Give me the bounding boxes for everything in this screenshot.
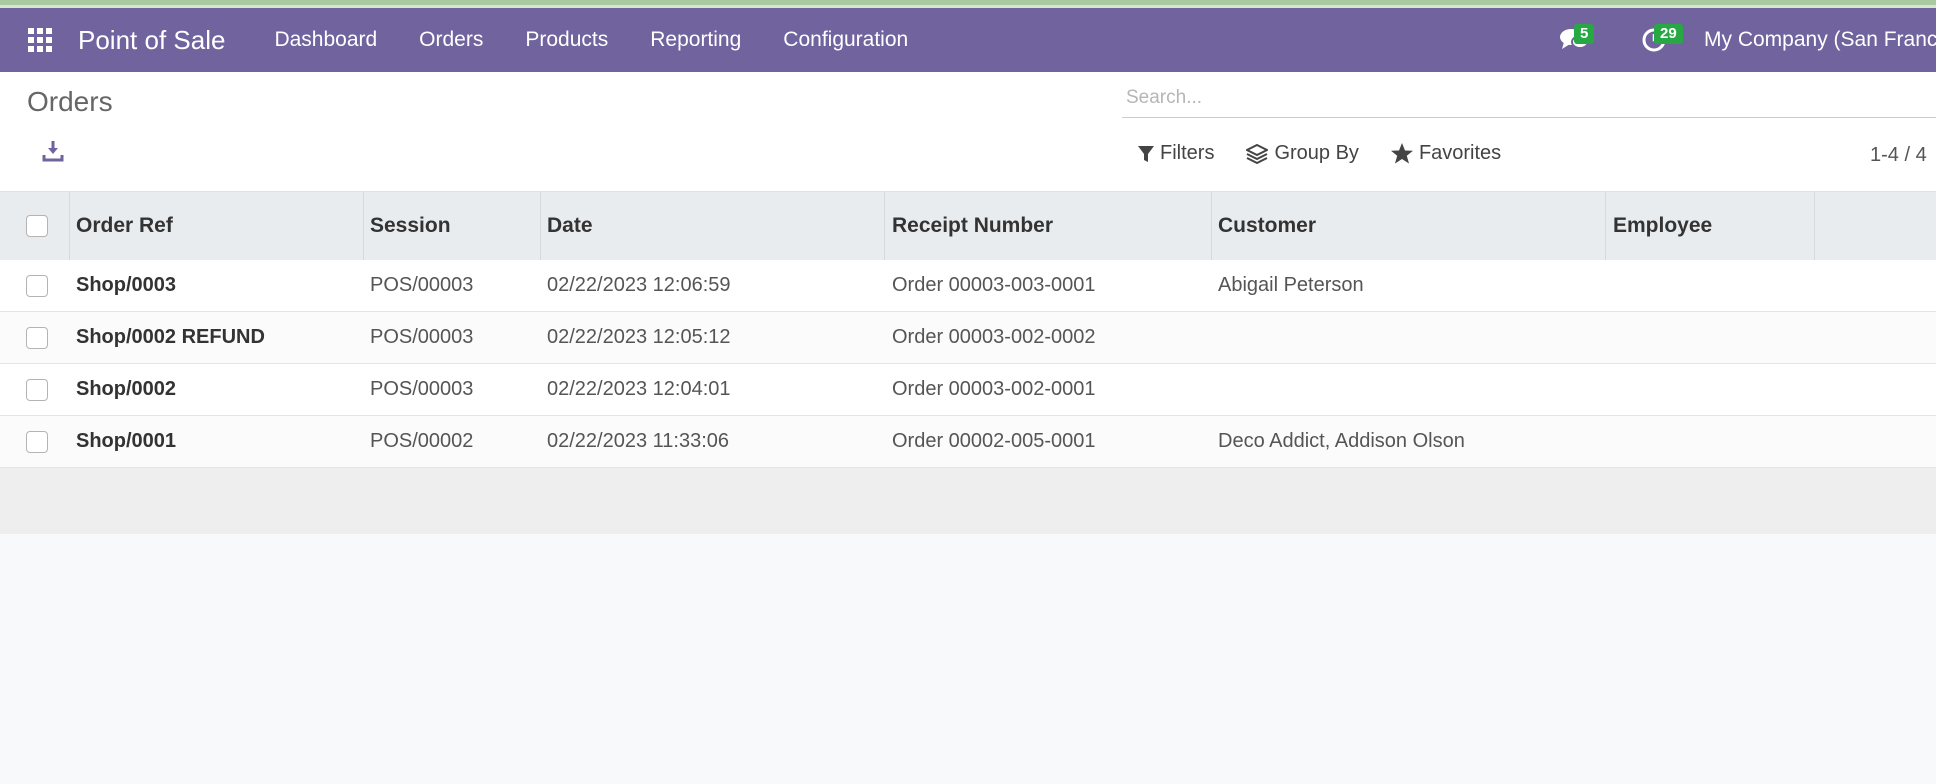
- table-row[interactable]: Shop/0001 POS/00002 02/22/2023 11:33:06 …: [0, 416, 1936, 468]
- main-navbar: Point of Sale Dashboard Orders Products …: [0, 8, 1936, 72]
- table-footer: [0, 468, 1936, 534]
- select-all-checkbox[interactable]: [26, 215, 48, 237]
- grid-icon: [28, 28, 52, 52]
- header-order-ref[interactable]: Order Ref: [76, 192, 173, 260]
- groupby-label: Group By: [1274, 142, 1359, 164]
- messaging-button[interactable]: 5: [1534, 8, 1614, 72]
- app-menu-button[interactable]: [0, 8, 80, 72]
- activities-badge: 29: [1654, 24, 1683, 44]
- favorites-label: Favorites: [1418, 142, 1502, 164]
- cell-customer: Abigail Peterson: [1218, 274, 1364, 296]
- menu-dashboard[interactable]: Dashboard: [253, 8, 398, 72]
- cell-receipt-number: Order 00003-003-0001: [892, 274, 1096, 296]
- header-date[interactable]: Date: [547, 192, 593, 260]
- table-row[interactable]: Shop/0002 POS/00003 02/22/2023 12:04:01 …: [0, 364, 1936, 416]
- control-panel: Orders Filters Group By: [0, 72, 1936, 192]
- menu-configuration[interactable]: Configuration: [762, 8, 929, 72]
- cell-order-ref: Shop/0002 REFUND: [76, 326, 265, 348]
- favorites-button[interactable]: Favorites: [1390, 142, 1502, 165]
- cell-date: 02/22/2023 11:33:06: [547, 430, 730, 452]
- pager-value[interactable]: 1-4 / 4: [1870, 144, 1927, 167]
- filter-icon: [1138, 145, 1154, 162]
- cell-session: POS/00003: [370, 378, 474, 400]
- filters-label: Filters: [1160, 142, 1215, 164]
- groupby-button[interactable]: Group By: [1246, 142, 1359, 165]
- cell-date: 02/22/2023 12:06:59: [547, 274, 731, 296]
- table-header: Order Ref Session Date Receipt Number Cu…: [0, 192, 1936, 260]
- company-switcher[interactable]: My Company (San Francisco): [1704, 28, 1936, 52]
- cell-order-ref: Shop/0001: [76, 430, 177, 452]
- star-icon: [1390, 143, 1413, 164]
- menu-products[interactable]: Products: [504, 8, 629, 72]
- table-row[interactable]: Shop/0003 POS/00003 02/22/2023 12:06:59 …: [0, 260, 1936, 312]
- app-brand[interactable]: Point of Sale: [78, 25, 225, 56]
- row-checkbox[interactable]: [26, 274, 48, 297]
- cell-receipt-number: Order 00003-002-0001: [892, 378, 1096, 400]
- header-employee[interactable]: Employee: [1613, 192, 1712, 260]
- cell-session: POS/00003: [370, 274, 474, 296]
- cell-date: 02/22/2023 12:05:12: [547, 326, 731, 348]
- layers-icon: [1246, 143, 1269, 164]
- header-customer[interactable]: Customer: [1218, 192, 1316, 260]
- search-box: [1122, 80, 1936, 118]
- row-checkbox[interactable]: [26, 378, 48, 401]
- menu-orders[interactable]: Orders: [398, 8, 504, 72]
- filters-button[interactable]: Filters: [1138, 142, 1214, 165]
- cell-date: 02/22/2023 12:04:01: [547, 378, 731, 400]
- search-input[interactable]: [1122, 80, 1936, 116]
- row-checkbox[interactable]: [26, 326, 48, 349]
- orders-list: Order Ref Session Date Receipt Number Cu…: [0, 192, 1936, 534]
- download-icon: [42, 141, 64, 162]
- menu-reporting[interactable]: Reporting: [629, 8, 762, 72]
- page-title: Orders: [27, 86, 113, 117]
- header-receipt-number[interactable]: Receipt Number: [892, 192, 1053, 260]
- browser-top-strip: [0, 0, 1936, 8]
- cell-receipt-number: Order 00002-005-0001: [892, 430, 1096, 452]
- cell-receipt-number: Order 00003-002-0002: [892, 326, 1096, 348]
- cell-session: POS/00002: [370, 430, 474, 452]
- cell-order-ref: Shop/0003: [76, 274, 177, 296]
- messages-badge: 5: [1574, 24, 1595, 44]
- activities-button[interactable]: 29: [1614, 8, 1694, 72]
- header-session[interactable]: Session: [370, 192, 451, 260]
- cell-order-ref: Shop/0002: [76, 378, 177, 400]
- cell-customer: Deco Addict, Addison Olson: [1218, 430, 1465, 452]
- cell-session: POS/00003: [370, 326, 474, 348]
- table-row[interactable]: Shop/0002 REFUND POS/00003 02/22/2023 12…: [0, 312, 1936, 364]
- search-options: Filters Group By Favorites: [1138, 142, 1501, 165]
- row-checkbox[interactable]: [26, 430, 48, 453]
- export-button[interactable]: [40, 138, 70, 168]
